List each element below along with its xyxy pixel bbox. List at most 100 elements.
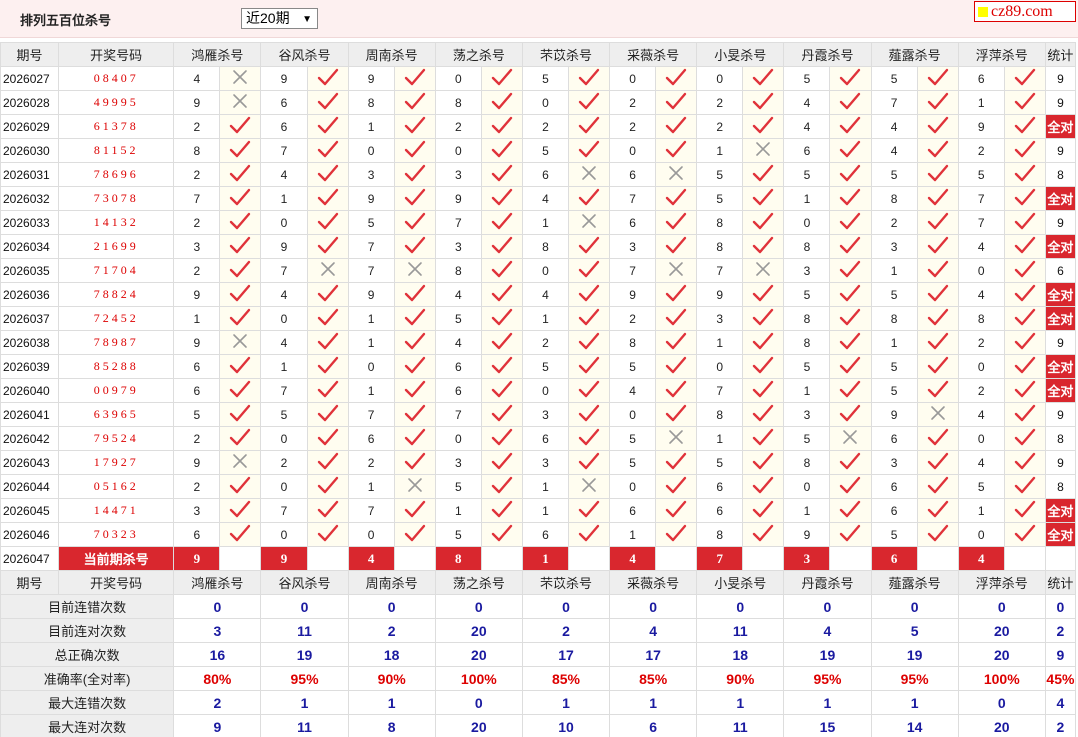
kill-number-cell: 6 xyxy=(957,66,1005,91)
kill-number-cell: 2 xyxy=(957,138,1005,163)
kill-number-cell: 6 xyxy=(521,426,569,451)
kill-number-cell: 8 xyxy=(957,306,1005,331)
current-kill-number: 8 xyxy=(434,546,482,571)
stats-value: 0 xyxy=(957,594,1046,619)
draw-number-cell: 81152 xyxy=(58,138,175,163)
kill-number-cell: 0 xyxy=(347,522,395,547)
check-icon xyxy=(393,306,436,331)
kill-number-cell: 2 xyxy=(521,330,569,355)
period-select[interactable]: 近20期 ▼ xyxy=(241,8,318,29)
stats-value: 20 xyxy=(957,618,1046,643)
check-icon xyxy=(829,474,872,499)
kill-number-cell: 7 xyxy=(870,90,918,115)
column-header: 统计 xyxy=(1044,570,1077,595)
stats-value: 0 xyxy=(260,594,349,619)
check-icon xyxy=(480,282,523,307)
kill-number-cell: 9 xyxy=(347,282,395,307)
kill-number-cell: 9 xyxy=(434,186,482,211)
kill-number-cell: 9 xyxy=(173,450,221,475)
kill-number-cell: 3 xyxy=(347,162,395,187)
cross-icon xyxy=(916,402,959,427)
kill-number-cell: 1 xyxy=(521,498,569,523)
check-icon xyxy=(655,114,698,139)
kill-number-cell: 9 xyxy=(783,522,831,547)
table-row: 2026041 63965 5 5 7 7 3 0 8 3 9 4 9 xyxy=(0,402,1077,427)
check-icon xyxy=(1003,90,1046,115)
empty-cell xyxy=(916,546,959,571)
check-icon xyxy=(829,138,872,163)
stats-value: 0 xyxy=(783,594,872,619)
kill-number-cell: 9 xyxy=(609,282,657,307)
issue-cell: 2026039 xyxy=(0,354,60,379)
kill-number-cell: 4 xyxy=(521,282,569,307)
check-icon xyxy=(480,162,523,187)
check-icon xyxy=(219,162,262,187)
check-icon xyxy=(742,282,785,307)
kill-number-cell: 5 xyxy=(173,402,221,427)
empty-cell xyxy=(742,546,785,571)
site-logo[interactable]: cz89.com xyxy=(974,1,1076,22)
kill-number-cell: 5 xyxy=(870,522,918,547)
empty-cell xyxy=(1003,546,1046,571)
kill-number-cell: 6 xyxy=(173,354,221,379)
check-icon xyxy=(1003,258,1046,283)
check-icon xyxy=(219,522,262,547)
kill-number-cell: 8 xyxy=(783,330,831,355)
check-icon xyxy=(829,522,872,547)
check-icon xyxy=(742,114,785,139)
kill-number-cell: 0 xyxy=(609,474,657,499)
column-header: 浮萍杀号 xyxy=(957,570,1046,595)
check-icon xyxy=(219,282,262,307)
stats-value: 17 xyxy=(609,642,698,667)
draw-number-cell: 85288 xyxy=(58,354,175,379)
cross-icon xyxy=(219,330,262,355)
stats-label: 总正确次数 xyxy=(0,642,175,667)
check-icon xyxy=(916,426,959,451)
stats-label: 准确率(全对率) xyxy=(0,666,175,691)
check-icon xyxy=(306,282,349,307)
draw-number-cell: 73078 xyxy=(58,186,175,211)
kill-number-cell: 6 xyxy=(260,90,308,115)
kill-number-cell: 6 xyxy=(609,210,657,235)
kill-number-cell: 5 xyxy=(609,450,657,475)
empty-cell xyxy=(393,546,436,571)
column-header: 丹霞杀号 xyxy=(783,570,872,595)
check-icon xyxy=(306,474,349,499)
check-icon xyxy=(916,162,959,187)
kill-number-cell: 1 xyxy=(347,330,395,355)
check-icon xyxy=(829,330,872,355)
stats-label: 目前连对次数 xyxy=(0,618,175,643)
total-cell: 全对 xyxy=(1044,234,1077,259)
check-icon xyxy=(219,354,262,379)
kill-number-cell: 6 xyxy=(870,498,918,523)
table-row: 2026028 49995 9 6 8 8 0 2 2 4 7 1 9 xyxy=(0,90,1077,115)
draw-number-cell: 05162 xyxy=(58,474,175,499)
check-icon xyxy=(393,498,436,523)
check-icon xyxy=(393,450,436,475)
table-row: 2026027 08407 4 9 9 0 5 0 0 5 5 6 9 xyxy=(0,66,1077,91)
current-kill-number: 4 xyxy=(347,546,395,571)
column-header: 采薇杀号 xyxy=(609,42,698,67)
kill-number-cell: 1 xyxy=(870,258,918,283)
kill-number-cell: 8 xyxy=(783,234,831,259)
check-icon xyxy=(480,330,523,355)
kill-number-cell: 1 xyxy=(783,378,831,403)
kill-number-cell: 6 xyxy=(260,114,308,139)
check-icon xyxy=(306,114,349,139)
check-icon xyxy=(655,234,698,259)
cross-icon xyxy=(219,90,262,115)
check-icon xyxy=(916,258,959,283)
kill-number-cell: 7 xyxy=(609,258,657,283)
total-cell: 全对 xyxy=(1044,114,1077,139)
stats-label: 最大连错次数 xyxy=(0,690,175,715)
check-icon xyxy=(829,210,872,235)
kill-number-cell: 1 xyxy=(347,474,395,499)
check-icon xyxy=(480,66,523,91)
draw-number-cell: 71704 xyxy=(58,258,175,283)
draw-number-cell: 00979 xyxy=(58,378,175,403)
kill-number-cell: 5 xyxy=(609,426,657,451)
column-header: 开奖号码 xyxy=(58,570,175,595)
stats-value: 2 xyxy=(1044,714,1077,737)
check-icon xyxy=(567,522,611,547)
check-icon xyxy=(567,498,611,523)
